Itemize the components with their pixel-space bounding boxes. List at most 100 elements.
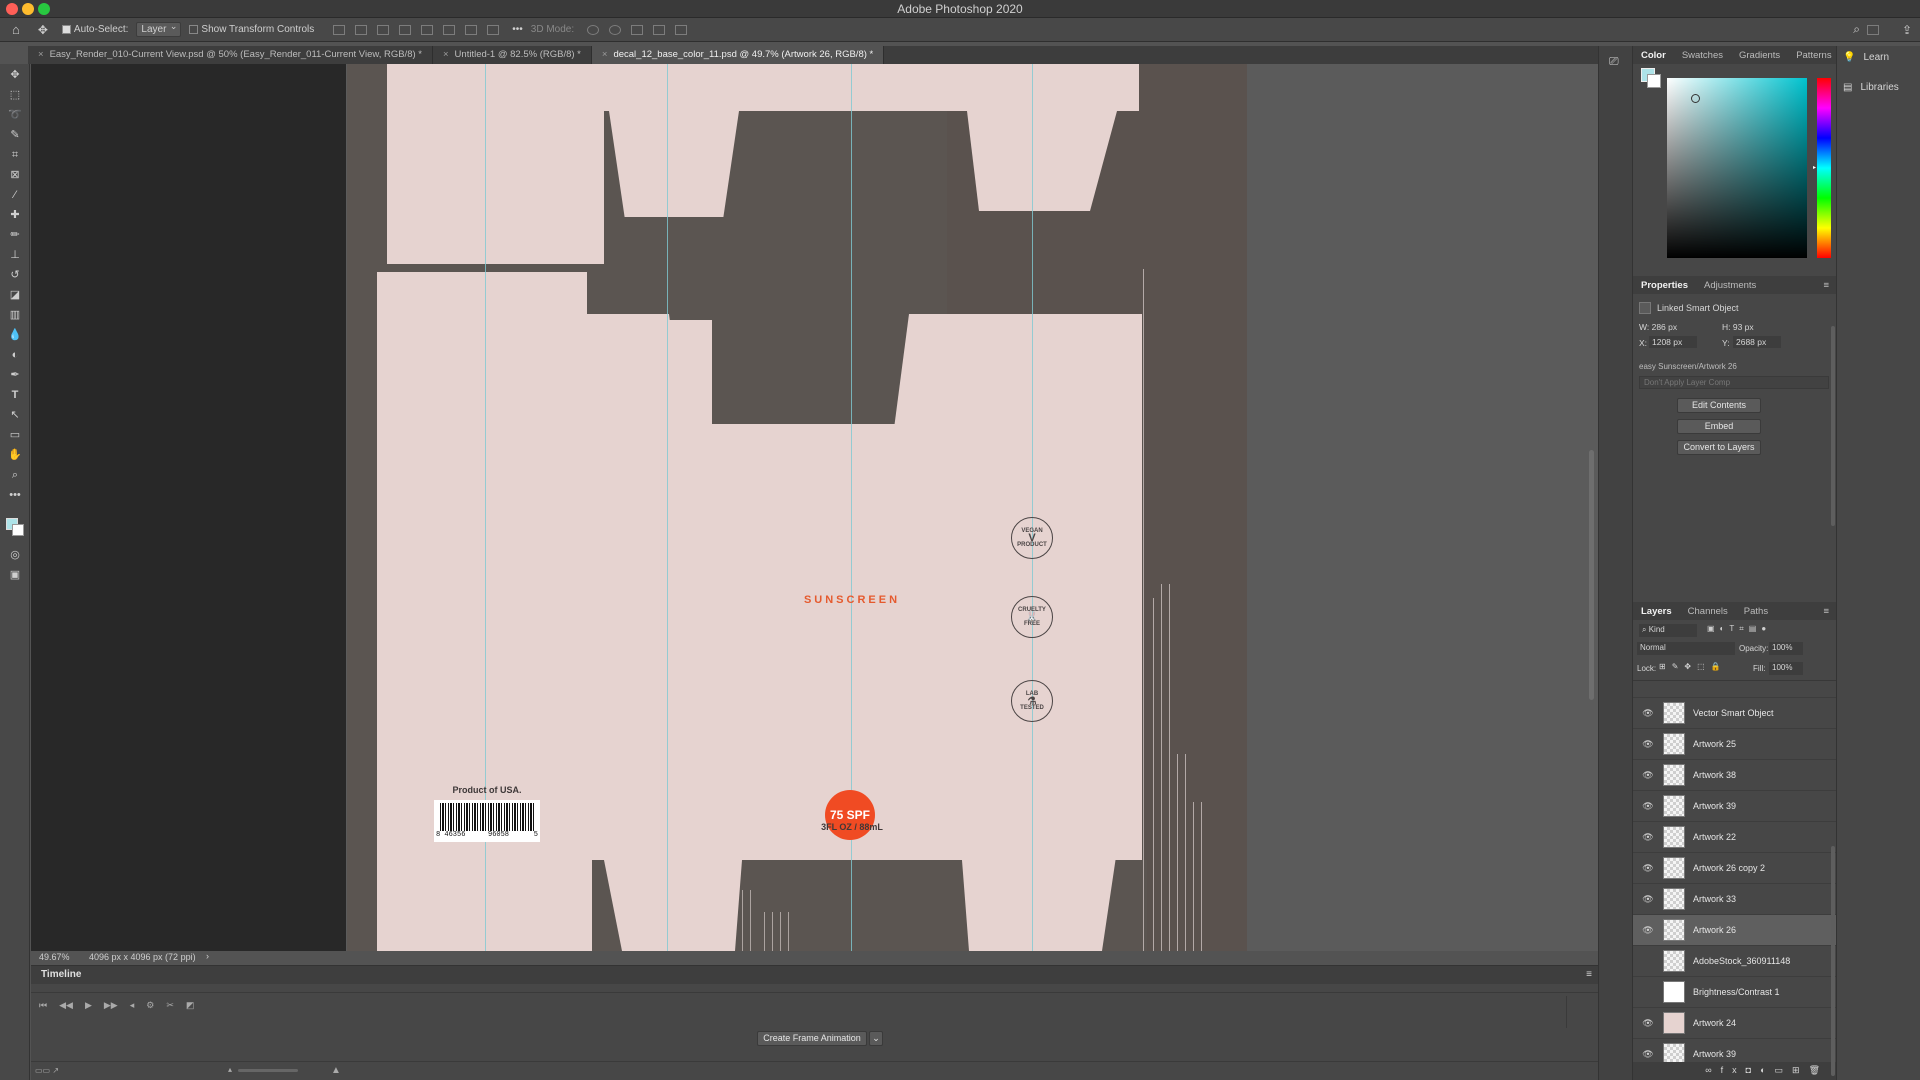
quick-select-tool-icon[interactable]: ✎ — [7, 128, 23, 142]
x-input[interactable]: 1208 px — [1649, 336, 1697, 348]
chevron-down-icon[interactable]: ⌄ — [869, 1031, 883, 1046]
layer-comp-dropdown[interactable]: Don't Apply Layer Comp — [1639, 376, 1829, 389]
align-right-icon[interactable] — [377, 24, 390, 35]
tab-paths[interactable]: Paths — [1736, 606, 1776, 617]
eraser-tool-icon[interactable]: ◪ — [7, 288, 23, 302]
layer-name[interactable]: AdobeStock_360911148 — [1693, 956, 1790, 966]
visibility-eye-icon[interactable]: 👁 — [1641, 1018, 1655, 1029]
tab-gradients[interactable]: Gradients — [1731, 50, 1788, 61]
visibility-eye-icon[interactable]: 👁 — [1641, 925, 1655, 936]
layer-filter-icons[interactable]: ▣◐T⌗▤● — [1707, 624, 1771, 634]
color-picker-field[interactable] — [1667, 78, 1807, 258]
align-middle-icon[interactable] — [443, 24, 456, 35]
hue-slider[interactable] — [1817, 78, 1831, 258]
create-frame-animation-button[interactable]: Create Frame Animation — [757, 1031, 867, 1046]
layer-name[interactable]: Vector Smart Object — [1693, 708, 1774, 718]
filter-kind-dropdown[interactable]: ⌕ Kind — [1639, 624, 1697, 637]
lock-icons[interactable]: ⊞✎✥⬚🔒 — [1659, 662, 1727, 671]
layer-row[interactable]: 👁 Artwork 33 — [1633, 884, 1837, 915]
show-transform-checkbox[interactable] — [189, 25, 199, 34]
frame-delay-icon[interactable]: ▭▭ ↗ — [35, 1066, 59, 1075]
panel-menu-icon[interactable]: ≡ — [1815, 280, 1837, 291]
next-frame-icon[interactable]: ▶▶ — [104, 1000, 118, 1011]
convert-to-layers-button[interactable]: Convert to Layers — [1677, 440, 1761, 455]
tab-swatches[interactable]: Swatches — [1674, 50, 1731, 61]
lasso-tool-icon[interactable]: ➰ — [7, 108, 23, 122]
layer-row-partial[interactable] — [1633, 682, 1837, 698]
layers-footer-icons[interactable]: ∞fx◘◐▭⊞🗑 — [1633, 1062, 1837, 1080]
history-panel-icon[interactable]: ⎚ — [1609, 54, 1619, 69]
close-tab-icon[interactable]: × — [443, 49, 449, 60]
edit-toolbar-icon[interactable]: ••• — [7, 488, 23, 502]
play-icon[interactable]: ▶ — [85, 1000, 92, 1011]
zoom-in-icon[interactable]: ▲ — [331, 1065, 341, 1076]
layer-name[interactable]: Artwork 39 — [1693, 1049, 1736, 1059]
3d-scale-icon[interactable] — [675, 24, 688, 35]
layer-row[interactable]: 👁 Artwork 38 — [1633, 760, 1837, 791]
background-color-swatch[interactable] — [12, 524, 24, 536]
zoom-level[interactable]: 49.67% — [39, 952, 70, 962]
more-options-icon[interactable]: ••• — [512, 24, 523, 35]
path-select-tool-icon[interactable]: ↖ — [7, 408, 23, 422]
align-bottom-icon[interactable] — [465, 24, 478, 35]
3d-slide-icon[interactable] — [653, 24, 666, 35]
home-icon[interactable]: ⌂ — [12, 22, 20, 37]
y-input[interactable]: 2688 px — [1733, 336, 1781, 348]
screen-mode-icon[interactable]: ▣ — [7, 568, 23, 582]
brush-tool-icon[interactable]: ✏ — [7, 228, 23, 242]
3d-roll-icon[interactable] — [609, 24, 622, 35]
width-value[interactable]: W: 286 px — [1639, 322, 1677, 332]
layer-name[interactable]: Artwork 25 — [1693, 739, 1736, 749]
move-tool-icon[interactable]: ✥ — [7, 68, 23, 82]
tab-patterns[interactable]: Patterns — [1788, 50, 1839, 61]
layer-name[interactable]: Artwork 39 — [1693, 801, 1736, 811]
layer-row[interactable]: Brightness/Contrast 1 — [1633, 977, 1837, 1008]
split-icon[interactable]: ✂ — [166, 1000, 174, 1011]
libraries-button[interactable]: ▤ Libraries — [1843, 82, 1899, 93]
properties-scrollbar[interactable] — [1831, 326, 1835, 526]
visibility-eye-icon[interactable]: 👁 — [1641, 708, 1655, 719]
dodge-tool-icon[interactable]: ◐ — [7, 348, 23, 362]
quick-mask-icon[interactable]: ◎ — [7, 548, 23, 562]
edit-contents-button[interactable]: Edit Contents — [1677, 398, 1761, 413]
eyedropper-tool-icon[interactable]: ⁄ — [7, 188, 23, 202]
panel-menu-icon[interactable]: ≡ — [1586, 969, 1592, 980]
embed-button[interactable]: Embed — [1677, 419, 1761, 434]
crop-tool-icon[interactable]: ⌗ — [7, 148, 23, 162]
visibility-eye-icon[interactable]: 👁 — [1641, 1049, 1655, 1060]
share-icon[interactable]: ⇪ — [1902, 23, 1912, 37]
visibility-eye-icon[interactable]: 👁 — [1641, 770, 1655, 781]
layer-name[interactable]: Artwork 26 copy 2 — [1693, 863, 1765, 873]
layer-name[interactable]: Artwork 38 — [1693, 770, 1736, 780]
align-left-icon[interactable] — [333, 24, 346, 35]
layer-row[interactable]: 👁 Artwork 26 — [1633, 915, 1837, 946]
auto-select-dropdown[interactable]: Layer — [136, 21, 182, 37]
close-tab-icon[interactable]: × — [38, 49, 44, 60]
visibility-eye-icon[interactable]: 👁 — [1641, 832, 1655, 843]
tab-channels[interactable]: Channels — [1680, 606, 1736, 617]
visibility-eye-icon[interactable]: 👁 — [1641, 894, 1655, 905]
document-tab-active[interactable]: × decal_12_base_color_11.psd @ 49.7% (Art… — [591, 46, 885, 64]
align-top-icon[interactable] — [421, 24, 434, 35]
layer-row[interactable]: 👁 Artwork 39 — [1633, 1039, 1837, 1062]
marquee-tool-icon[interactable]: ⬚ — [7, 88, 23, 102]
audio-icon[interactable]: ◂ — [130, 1000, 135, 1011]
blur-tool-icon[interactable]: 💧 — [7, 328, 23, 342]
document-tab[interactable]: × Easy_Render_010-Current View.psd @ 50% … — [28, 46, 433, 64]
layer-row[interactable]: AdobeStock_360911148 — [1633, 946, 1837, 977]
panel-menu-icon[interactable]: ≡ — [1815, 606, 1837, 617]
zoom-out-icon[interactable]: ▴ — [228, 1065, 232, 1074]
color-picker-handle[interactable] — [1691, 94, 1700, 103]
align-center-icon[interactable] — [355, 24, 368, 35]
layer-name[interactable]: Brightness/Contrast 1 — [1693, 987, 1780, 997]
fill-input[interactable]: 100% — [1769, 662, 1803, 675]
layer-row[interactable]: 👁 Artwork 25 — [1633, 729, 1837, 760]
document-canvas[interactable]: SUNSCREEN 75 SPF 3FL OZ / 88mL VEGAN V PRO… — [347, 64, 1247, 951]
tab-properties[interactable]: Properties — [1633, 280, 1696, 291]
layer-name[interactable]: Artwork 22 — [1693, 832, 1736, 842]
move-tool-icon[interactable]: ✥ — [38, 23, 48, 37]
workspace-icon[interactable] — [1867, 24, 1879, 35]
zoom-slider[interactable] — [238, 1069, 298, 1072]
layer-name[interactable]: Artwork 24 — [1693, 1018, 1736, 1028]
layers-scrollbar[interactable] — [1831, 846, 1835, 1076]
